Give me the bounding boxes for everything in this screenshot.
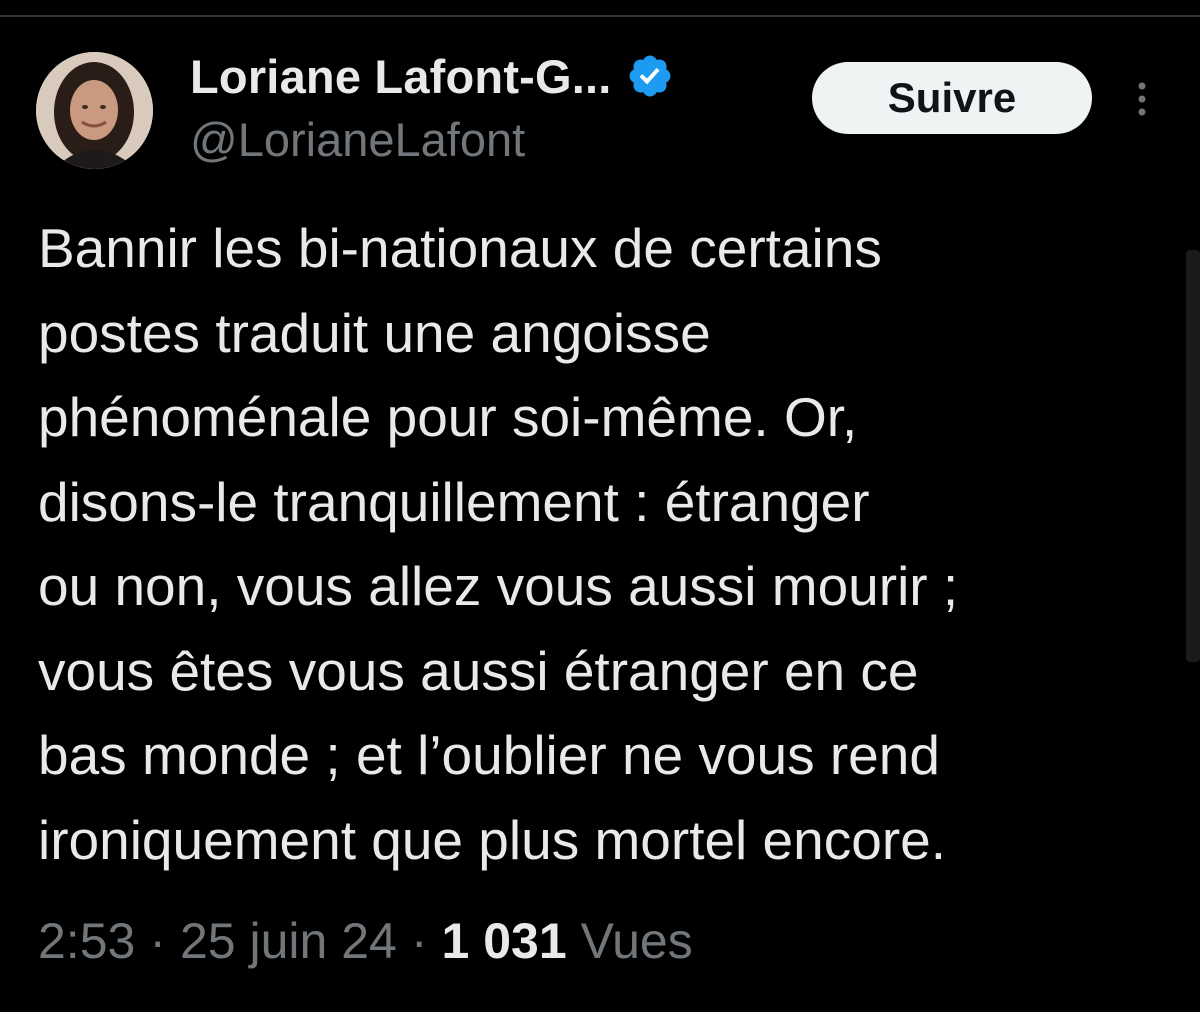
more-vertical-icon[interactable]: [1122, 76, 1162, 126]
views-label: Vues: [580, 913, 693, 969]
author-handle[interactable]: @LorianeLafont: [190, 112, 525, 167]
tweet-date[interactable]: 25 juin 24: [180, 912, 397, 970]
meta-separator: ·: [149, 913, 166, 969]
verified-badge-icon: [626, 52, 674, 100]
tweet-meta: 2:53 · 25 juin 24 · 1 031 Vues: [38, 906, 693, 976]
author-display-name[interactable]: Loriane Lafont-G...: [190, 49, 612, 104]
tweet-text: Bannir les bi-nationaux de certains post…: [38, 217, 959, 871]
scrollbar[interactable]: [1186, 250, 1200, 662]
author-avatar[interactable]: [36, 52, 153, 169]
views-count: 1 031: [441, 913, 567, 969]
meta-separator: ·: [410, 913, 428, 969]
author-name-row: Loriane Lafont-G...: [190, 46, 674, 106]
avatar-photo: [36, 52, 153, 169]
follow-button[interactable]: Suivre: [812, 62, 1092, 134]
tweet-time[interactable]: 2:53: [38, 912, 135, 970]
top-divider: [0, 15, 1200, 17]
